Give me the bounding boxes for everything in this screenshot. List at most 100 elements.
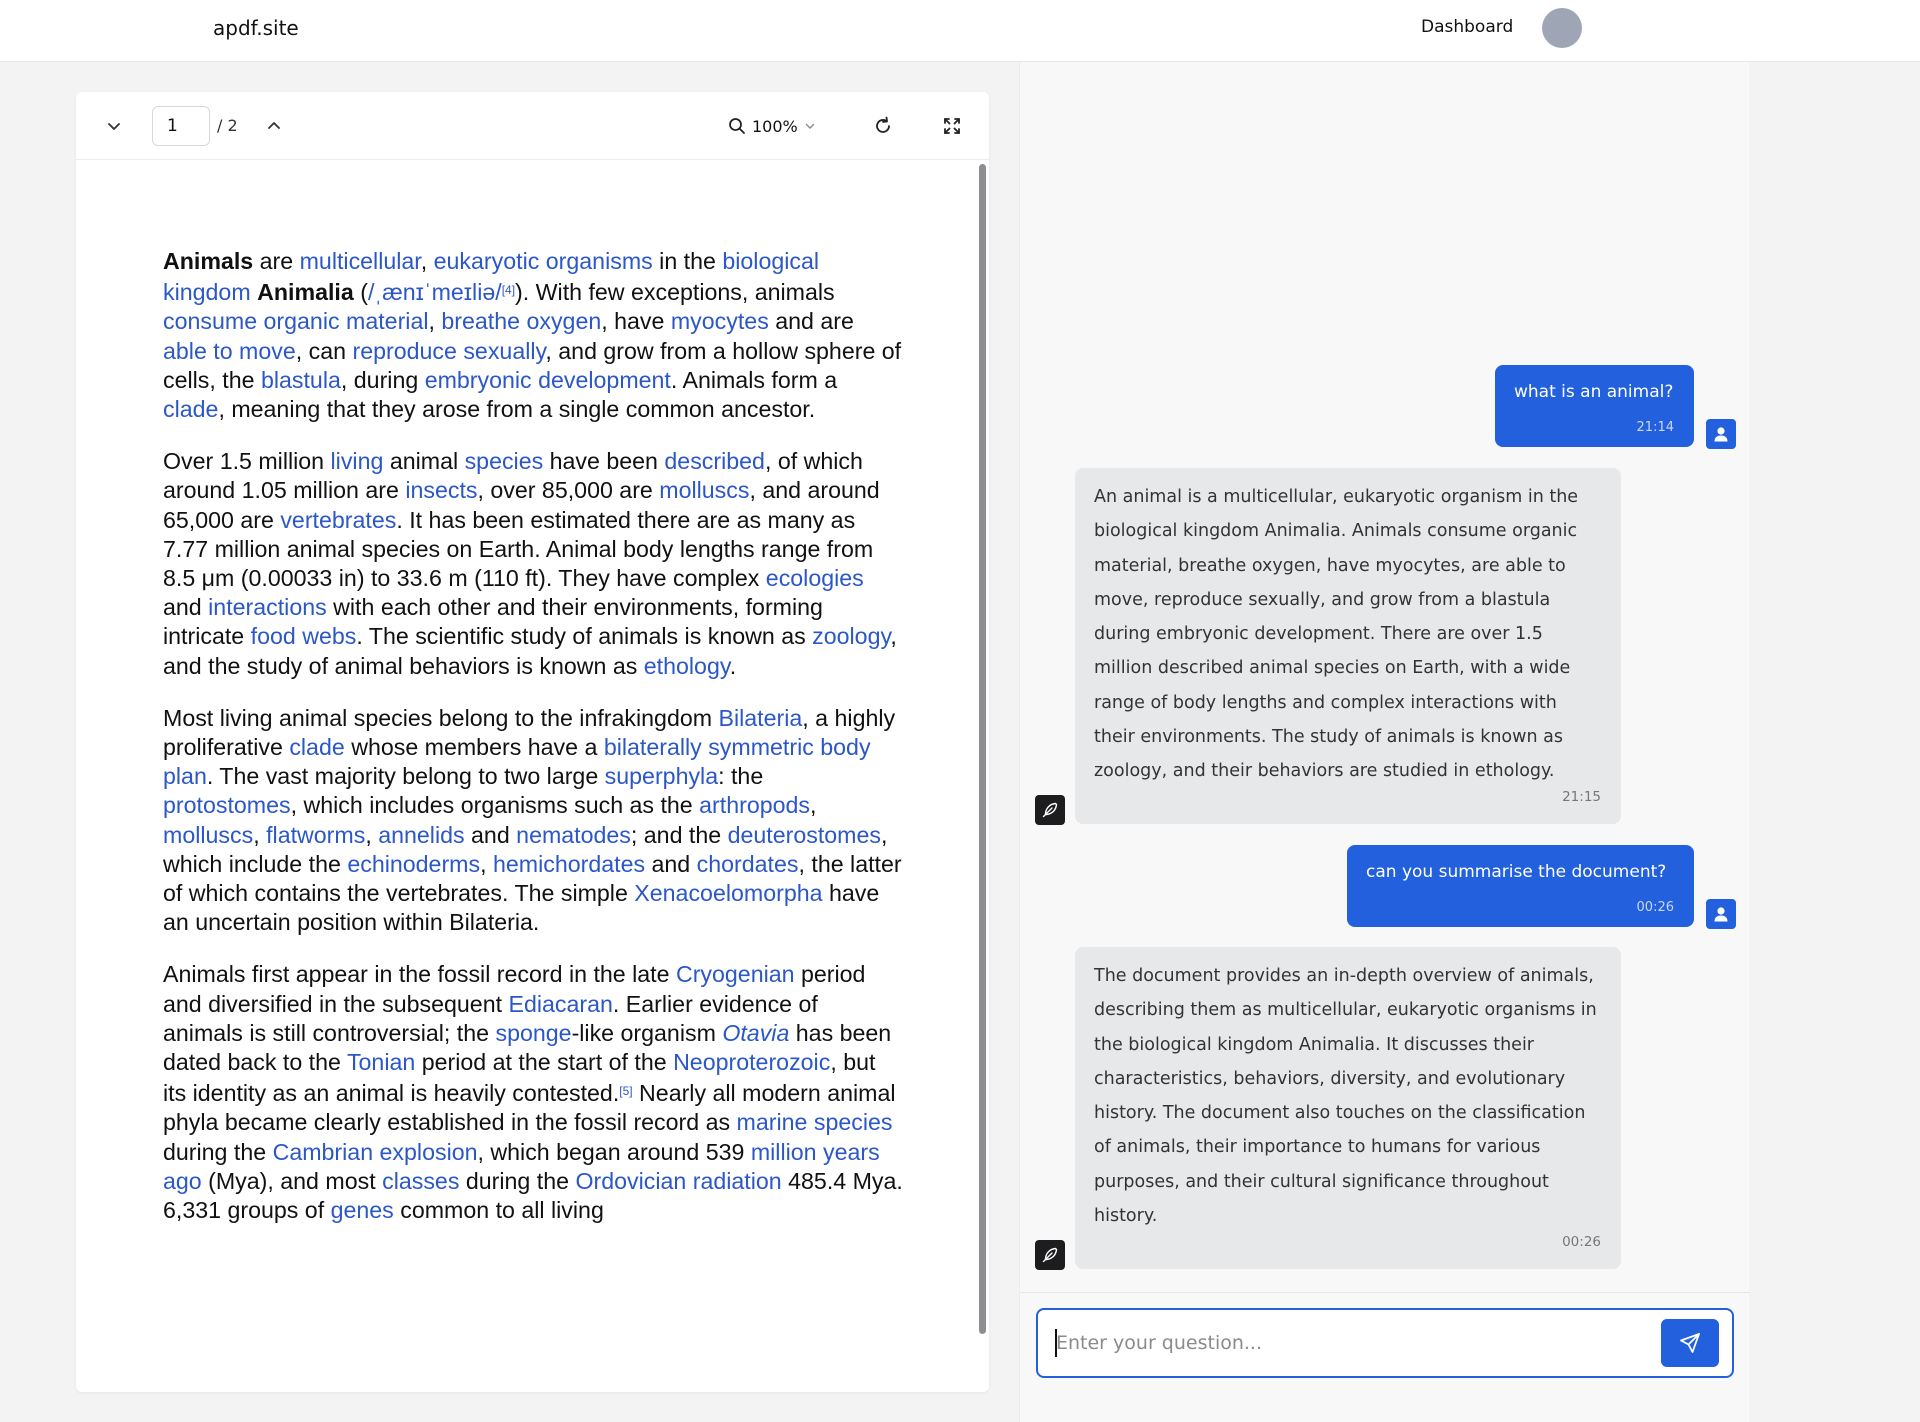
document-text: : the bbox=[718, 763, 764, 790]
pdf-viewer: / 2 100% Animals are multicellular, euka… bbox=[76, 92, 989, 1392]
avatar[interactable] bbox=[1542, 8, 1582, 48]
document-link[interactable]: clade bbox=[163, 396, 218, 422]
document-link[interactable]: blastula bbox=[261, 367, 341, 393]
document-text: , bbox=[810, 792, 817, 819]
document-text: , bbox=[420, 248, 434, 274]
next-page-button[interactable] bbox=[262, 114, 286, 138]
message-time: 21:14 bbox=[1636, 420, 1674, 435]
document-link[interactable]: ecologies bbox=[766, 565, 864, 591]
message-time: 00:26 bbox=[1636, 900, 1674, 915]
document-text: Most living animal species belong to the… bbox=[163, 704, 719, 731]
document-text: during the bbox=[163, 1138, 273, 1165]
document-link[interactable]: molluscs bbox=[659, 477, 749, 503]
document-link[interactable]: Neoproterozoic bbox=[673, 1049, 830, 1075]
page-total: / 2 bbox=[217, 116, 238, 135]
document-link[interactable]: hemichordates bbox=[493, 851, 645, 877]
document-link[interactable]: ethology bbox=[644, 653, 730, 679]
document-link[interactable]: Tonian bbox=[347, 1049, 415, 1075]
message-text: can you summarise the document? bbox=[1366, 862, 1667, 882]
send-button[interactable] bbox=[1661, 1319, 1719, 1367]
document-link[interactable]: reproduce sexually bbox=[352, 338, 545, 364]
assistant-message: An animal is a multicellular, eukaryotic… bbox=[1075, 468, 1621, 824]
document-link[interactable]: chordates bbox=[697, 851, 799, 877]
prev-page-button[interactable] bbox=[102, 114, 126, 138]
document-link[interactable]: myocytes bbox=[671, 308, 769, 334]
document-link[interactable]: Cambrian explosion bbox=[273, 1139, 478, 1165]
document-link[interactable]: Ediacaran bbox=[508, 991, 612, 1017]
document-text: (Mya), and most bbox=[201, 1167, 383, 1194]
document-text: , over 85,000 are bbox=[477, 477, 660, 504]
document-link[interactable]: insects bbox=[405, 477, 477, 503]
document-paragraph: Animals first appear in the fossil recor… bbox=[163, 960, 903, 1225]
document-link[interactable]: living bbox=[331, 448, 384, 474]
document-link[interactable]: annelids bbox=[378, 822, 464, 848]
brand-logo[interactable]: apdf.site bbox=[213, 16, 299, 40]
document-paragraph: Over 1.5 million living animal species h… bbox=[163, 447, 903, 681]
document-text: , bbox=[365, 821, 379, 848]
user-avatar bbox=[1706, 899, 1736, 929]
document-link[interactable]: breathe oxygen bbox=[441, 308, 601, 334]
assistant-avatar bbox=[1035, 795, 1065, 825]
document-link[interactable]: echinoderms bbox=[347, 851, 480, 877]
document-link[interactable]: interactions bbox=[208, 594, 327, 620]
document-link[interactable]: zoology bbox=[812, 623, 890, 649]
user-icon bbox=[1714, 427, 1728, 442]
document-link[interactable]: Xenacoelomorpha bbox=[634, 880, 822, 906]
chevron-up-icon bbox=[268, 122, 280, 129]
feather-icon bbox=[1042, 802, 1058, 818]
document-text: ( bbox=[353, 279, 368, 306]
document-link[interactable]: food webs bbox=[251, 623, 357, 649]
document-link[interactable]: Otavia bbox=[722, 1020, 789, 1046]
document-link[interactable]: sponge bbox=[495, 1020, 571, 1046]
document-link[interactable]: protostomes bbox=[163, 792, 291, 818]
document-link[interactable]: Ordovician radiation bbox=[575, 1168, 781, 1194]
user-message: can you summarise the document? 00:26 bbox=[1347, 845, 1694, 927]
page-number-input[interactable] bbox=[152, 106, 210, 146]
document-paragraph: Most living animal species belong to the… bbox=[163, 704, 903, 938]
document-link[interactable]: described bbox=[664, 448, 765, 474]
fullscreen-icon bbox=[944, 118, 960, 134]
document-link[interactable]: consume organic material bbox=[163, 308, 429, 334]
document-text: period at the start of the bbox=[415, 1049, 674, 1076]
document-link[interactable]: superphyla bbox=[605, 763, 718, 789]
document-link[interactable]: deuterostomes bbox=[728, 822, 881, 848]
dashboard-link[interactable]: Dashboard bbox=[1421, 17, 1513, 37]
send-icon bbox=[1680, 1333, 1700, 1353]
document-link[interactable]: species bbox=[465, 448, 544, 474]
document-link[interactable]: Cryogenian bbox=[676, 961, 795, 987]
document-link[interactable]: vertebrates bbox=[280, 507, 396, 533]
document-text: are bbox=[253, 248, 300, 274]
document-text: and bbox=[163, 594, 209, 621]
bold-term: Animalia bbox=[257, 279, 354, 306]
zoom-dropdown[interactable]: 100% bbox=[728, 112, 816, 140]
document-text: ; and the bbox=[630, 821, 728, 848]
document-link[interactable]: nematodes bbox=[516, 822, 631, 848]
fullscreen-button[interactable] bbox=[938, 112, 966, 140]
rotate-button[interactable] bbox=[869, 112, 897, 140]
document-text: ). With few exceptions, animals bbox=[515, 279, 835, 306]
document-link[interactable]: Bilateria bbox=[719, 705, 803, 731]
document-link[interactable]: marine species bbox=[737, 1109, 893, 1135]
document-text: . The vast majority belong to two large bbox=[206, 763, 605, 790]
document-link[interactable]: able to move bbox=[163, 338, 296, 364]
citation-ref[interactable]: [4] bbox=[502, 283, 515, 297]
document-link[interactable]: flatworms bbox=[266, 822, 365, 848]
citation-ref[interactable]: [5] bbox=[619, 1084, 632, 1098]
viewer-scrollbar[interactable] bbox=[979, 164, 986, 1334]
question-input[interactable] bbox=[1056, 1328, 1646, 1358]
question-input-box bbox=[1036, 1308, 1734, 1378]
message-text: what is an animal? bbox=[1514, 382, 1674, 402]
document-link[interactable]: molluscs bbox=[163, 822, 253, 848]
document-link[interactable]: clade bbox=[289, 734, 344, 760]
document-link[interactable]: eukaryotic organisms bbox=[434, 248, 653, 274]
document-link[interactable]: classes bbox=[382, 1168, 459, 1194]
document-link[interactable]: /ˌænɪˈmeɪliə/ bbox=[368, 279, 502, 305]
document-text: Over 1.5 million bbox=[163, 448, 331, 475]
bold-term: Animals bbox=[163, 248, 254, 274]
document-link[interactable]: embryonic development bbox=[425, 367, 671, 393]
user-icon bbox=[1714, 907, 1728, 922]
document-link[interactable]: multicellular bbox=[300, 248, 421, 274]
document-link[interactable]: genes bbox=[331, 1197, 394, 1223]
document-link[interactable]: arthropods bbox=[699, 792, 810, 818]
document-paragraph: Animals are multicellular, eukaryotic or… bbox=[163, 247, 903, 424]
